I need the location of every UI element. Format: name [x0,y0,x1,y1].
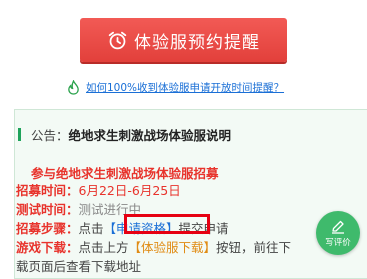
recruit-time-key: 招募时间： [16,183,79,198]
test-time-line: 测试时间：测试进行中 [16,201,141,218]
notice-accent-bar [18,128,21,141]
faq-row: 如何100%收到体验服申请开放时间提醒？ [67,78,284,96]
reservation-reminder-button[interactable]: 体验服预约提醒 [80,18,287,62]
steps-key: 招募步骤： [16,221,79,236]
notice-title-text: 绝地求生刺激战场体验服说明 [68,128,232,143]
alarm-clock-icon [108,31,127,49]
download-pre: 点击上方 [78,240,129,255]
write-review-button[interactable]: 写评价 [316,211,360,255]
steps-pre: 点击 [78,221,104,236]
flame-icon [68,79,79,95]
notice-subtitle: 参与绝地求生刺激战场体验服招募 [31,166,219,181]
download-post: 按钮，前往下 [216,240,292,255]
recruit-time-value: 6月22日-6月25日 [78,183,181,198]
pen-icon [332,220,344,234]
test-time-key: 测试时间： [16,202,79,217]
test-server-download-link[interactable]: 【体验服下载】 [129,240,217,255]
download-cut-line: 载页面后查看下载地址 [16,259,142,274]
notice-title: 公告：绝地求生刺激战场体验服说明 [31,125,231,144]
faq-link[interactable]: 如何100%收到体验服申请开放时间提醒？ [86,80,284,95]
recruit-time-line: 招募时间：6月22日-6月25日 [16,182,181,199]
reservation-reminder-label: 体验服预约提醒 [134,32,260,53]
write-review-label: 写评价 [325,237,351,248]
download-line: 游戏下载：点击上方【体验服下载】按钮，前往下 [16,239,291,256]
download-key: 游戏下载： [16,240,79,255]
apply-link-highlight-box [124,214,210,234]
notice-prefix: 公告： [31,128,69,143]
